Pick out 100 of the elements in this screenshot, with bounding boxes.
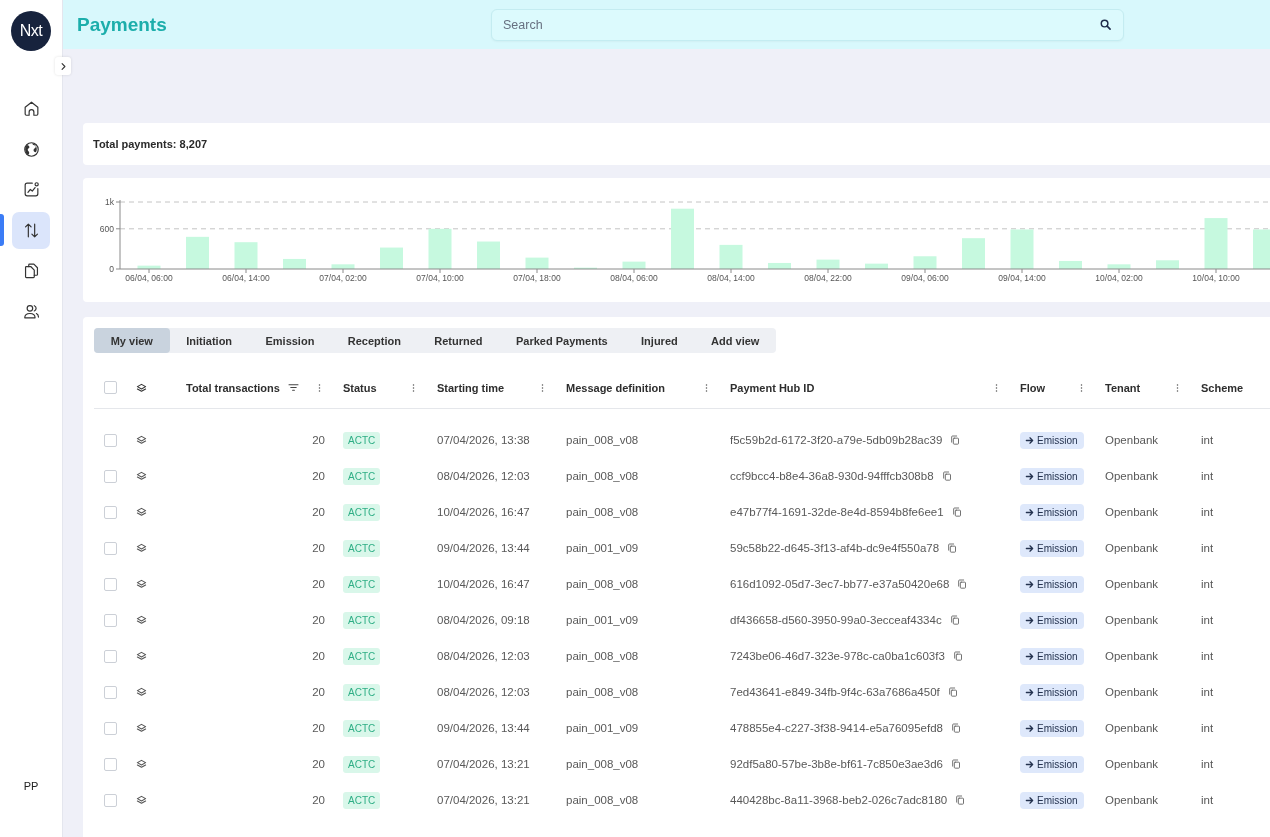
transaction-count: 20: [312, 650, 325, 662]
total-payments: Total payments: 8,207: [93, 138, 208, 150]
scheme-name: int: [1201, 794, 1214, 806]
tenant-name: Openbank: [1105, 578, 1159, 590]
transaction-count: 20: [312, 614, 325, 626]
starting-time: 07/04/2026, 13:21: [437, 758, 530, 770]
tick-label: 07/04, 18:00: [513, 273, 561, 283]
tick-label: 09/04, 06:00: [901, 273, 949, 283]
tenant-name: Openbank: [1105, 542, 1159, 554]
tick-label: 10/04, 02:00: [1095, 273, 1143, 283]
transaction-count: 20: [312, 542, 325, 554]
message-definition: pain_008_v08: [566, 470, 639, 482]
transaction-count: 20: [312, 686, 325, 698]
tenant-name: Openbank: [1105, 434, 1159, 446]
scheme-name: int: [1201, 650, 1214, 662]
payment-hub-id: 7243be06-46d7-323e-978c-ca0ba1c603f3: [730, 650, 945, 662]
status-badge: ACTC: [343, 683, 381, 701]
message-definition: pain_008_v08: [566, 506, 639, 518]
payment-hub-id: 478855e4-c227-3f38-9414-e5a76095efd8: [730, 722, 943, 734]
scheme-name: int: [1201, 614, 1214, 626]
scheme-name: int: [1201, 758, 1214, 770]
tick-label: 07/04, 02:00: [319, 273, 367, 283]
status-badge: ACTC: [343, 647, 381, 665]
flow-label: Emission: [1037, 650, 1078, 662]
scheme-name: int: [1201, 470, 1214, 482]
flow-label: Emission: [1037, 686, 1078, 698]
tick-label: 06/04, 06:00: [125, 273, 173, 283]
tick-label: 08/04, 06:00: [610, 273, 658, 283]
starting-time: 10/04/2026, 16:47: [437, 578, 530, 590]
tenant-name: Openbank: [1105, 686, 1159, 698]
tenant-name: Openbank: [1105, 470, 1159, 482]
transaction-count: 20: [312, 470, 325, 482]
scheme-name: int: [1201, 434, 1214, 446]
tick-label: 08/04, 14:00: [707, 273, 755, 283]
message-definition: pain_008_v08: [566, 794, 639, 806]
starting-time: 09/04/2026, 13:44: [437, 722, 530, 734]
tick-label: 10/04, 10:00: [1192, 273, 1240, 283]
starting-time: 08/04/2026, 12:03: [437, 650, 530, 662]
payment-hub-id: ccf9bcc4-b8e4-36a8-930d-94fffcb308b8: [730, 470, 934, 482]
brand-logo: Nxt: [11, 11, 51, 51]
payment-hub-id: 92df5a80-57be-3b8e-bf61-7c850e3ae3d6: [730, 758, 943, 770]
scheme-name: int: [1201, 506, 1214, 518]
transaction-count: 20: [312, 578, 325, 590]
starting-time: 07/04/2026, 13:21: [437, 794, 530, 806]
transaction-count: 20: [312, 722, 325, 734]
payment-hub-id: 7ed43641-e849-34fb-9f4c-63a7686a450f: [730, 686, 940, 698]
payment-hub-id: 616d1092-05d7-3ec7-bb77-e37a50420e68: [730, 578, 950, 590]
starting-time: 08/04/2026, 12:03: [437, 470, 530, 482]
tenant-name: Openbank: [1105, 722, 1159, 734]
status-badge: ACTC: [343, 611, 381, 629]
message-definition: pain_001_v09: [566, 542, 639, 554]
status-badge: ACTC: [343, 791, 381, 809]
tenant-name: Openbank: [1105, 506, 1159, 518]
status-badge: ACTC: [343, 575, 381, 593]
payment-hub-id: 440428bc-8a11-3968-beb2-026c7adc8180: [730, 794, 948, 806]
starting-time: 09/04/2026, 13:44: [437, 542, 530, 554]
payment-hub-id: df436658-d560-3950-99a0-3ecceaf4334c: [730, 614, 942, 626]
tenant-name: Openbank: [1105, 614, 1159, 626]
status-badge: ACTC: [343, 539, 381, 557]
flow-label: Emission: [1037, 434, 1078, 446]
starting-time: 08/04/2026, 12:03: [437, 686, 530, 698]
transaction-count: 20: [312, 758, 325, 770]
tick-label: 600: [99, 223, 114, 234]
message-definition: pain_008_v08: [566, 686, 639, 698]
payment-hub-id: f5c59b2d-6172-3f20-a79e-5db09b28ac39: [730, 434, 943, 446]
flow-label: Emission: [1037, 758, 1078, 770]
payment-hub-id: 59c58b22-d645-3f13-af4b-dc9e4f550a78: [730, 542, 940, 554]
tick-label: 0: [109, 264, 114, 274]
message-definition: pain_008_v08: [566, 434, 639, 446]
tenant-name: Openbank: [1105, 650, 1159, 662]
tick-label: 07/04, 10:00: [416, 273, 464, 283]
page-title: Payments: [77, 13, 167, 36]
flow-label: Emission: [1037, 542, 1078, 554]
message-definition: pain_001_v09: [566, 614, 639, 626]
status-badge: ACTC: [343, 755, 381, 773]
starting-time: 10/04/2026, 16:47: [437, 506, 530, 518]
status-badge: ACTC: [343, 467, 381, 485]
transaction-count: 20: [312, 434, 325, 446]
transaction-count: 20: [312, 794, 325, 806]
message-definition: pain_001_v09: [566, 722, 639, 734]
tick-label: 09/04, 14:00: [998, 273, 1046, 283]
tenant-name: Openbank: [1105, 794, 1159, 806]
tenant-name: Openbank: [1105, 758, 1159, 770]
status-badge: ACTC: [343, 431, 381, 449]
flow-label: Emission: [1037, 794, 1078, 806]
flow-label: Emission: [1037, 506, 1078, 518]
tick-label: 1k: [105, 197, 114, 207]
starting-time: 08/04/2026, 09:18: [437, 614, 530, 626]
tick-label: 06/04, 14:00: [222, 273, 270, 283]
flow-label: Emission: [1037, 470, 1078, 482]
scheme-name: int: [1201, 686, 1214, 698]
status-badge: ACTC: [343, 503, 381, 521]
status-badge: ACTC: [343, 719, 381, 737]
message-definition: pain_008_v08: [566, 758, 639, 770]
scheme-name: int: [1201, 722, 1214, 734]
flow-label: Emission: [1037, 614, 1078, 626]
message-definition: pain_008_v08: [566, 650, 639, 662]
tick-label: 08/04, 22:00: [804, 273, 852, 283]
transaction-count: 20: [312, 506, 325, 518]
flow-label: Emission: [1037, 722, 1078, 734]
